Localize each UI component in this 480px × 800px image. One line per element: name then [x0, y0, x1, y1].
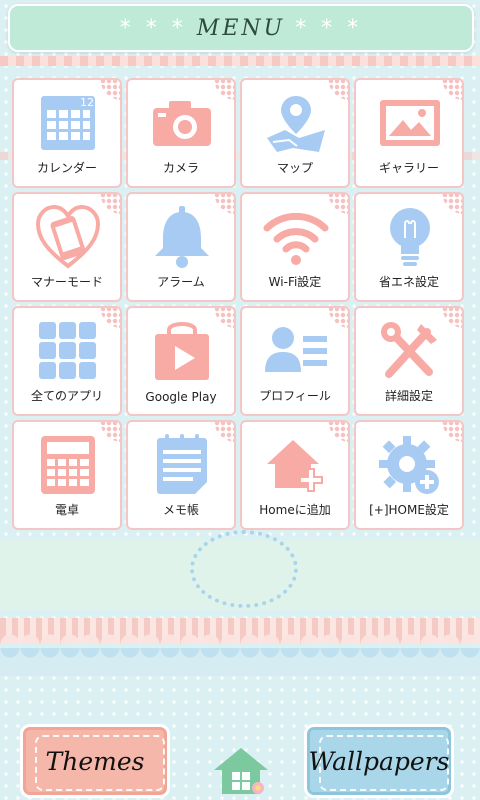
tile-google-play[interactable]: Google Play [126, 306, 236, 416]
home-settings-gear-icon [379, 436, 439, 494]
lace-corner [214, 80, 234, 100]
blue-lace-trim [0, 648, 480, 676]
tile-home-settings[interactable]: [+]HOME設定 [354, 420, 464, 530]
pink-lace-trim [0, 618, 480, 644]
camera-icon [153, 101, 211, 146]
manner-mode-icon [35, 204, 101, 269]
lace-corner [442, 194, 462, 214]
tile-label: メモ帳 [162, 503, 199, 517]
tile-label: [+]HOME設定 [369, 503, 449, 517]
wallpapers-button-label: Wallpapers [308, 746, 450, 776]
tile-label: マップ [276, 161, 313, 175]
lace-ornament [190, 530, 298, 608]
tile-wifi-settings[interactable]: Wi-Fi設定 [240, 192, 350, 302]
lace-corner [214, 194, 234, 214]
lace-corner [442, 80, 462, 100]
tile-calendar[interactable]: 12 カレンダー [12, 78, 122, 188]
tile-label: ギャラリー [378, 161, 439, 175]
lace-corner [100, 308, 120, 328]
app-grid: 12 カレンダー カメラ マップ ギャラリー マナーモード アラーム Wi-Fi… [12, 78, 464, 530]
calendar-icon: 12 [41, 96, 95, 150]
lace-corner [214, 422, 234, 442]
gallery-icon [380, 100, 440, 146]
tile-label: アラーム [157, 275, 205, 289]
tile-label: Google Play [145, 390, 217, 404]
tile-add-home[interactable]: Homeに追加 [240, 420, 350, 530]
lace-corner [328, 422, 348, 442]
alarm-bell-icon [155, 206, 209, 268]
tile-all-apps[interactable]: 全てのアプリ [12, 306, 122, 416]
lace-corner [100, 194, 120, 214]
themes-button-label: Themes [45, 746, 145, 776]
tile-calculator[interactable]: 電卓 [12, 420, 122, 530]
tile-memo[interactable]: メモ帳 [126, 420, 236, 530]
menu-header: * * * MENU * * * [8, 4, 474, 52]
lace-corner [328, 308, 348, 328]
tile-label: Homeに追加 [259, 503, 331, 517]
all-apps-grid-icon [39, 322, 96, 379]
tile-label: 詳細設定 [384, 389, 433, 403]
tools-icon [381, 322, 437, 378]
home-icon-button[interactable] [212, 742, 270, 800]
tile-profile[interactable]: プロフィール [240, 306, 350, 416]
tile-label: マナーモード [30, 275, 103, 289]
themes-button[interactable]: Themes [20, 724, 170, 798]
add-home-icon [267, 440, 323, 492]
lace-corner [214, 308, 234, 328]
tile-label: 省エネ設定 [378, 275, 439, 289]
lace-corner [442, 308, 462, 328]
memo-pad-icon [157, 434, 207, 494]
tile-camera[interactable]: カメラ [126, 78, 236, 188]
tile-manner-mode[interactable]: マナーモード [12, 192, 122, 302]
lace-corner [100, 422, 120, 442]
tile-label: Wi-Fi設定 [268, 275, 322, 289]
lace-corner [328, 194, 348, 214]
tile-map[interactable]: マップ [240, 78, 350, 188]
lace-corner [328, 80, 348, 100]
calendar-day: 12 [80, 96, 94, 109]
tile-gallery[interactable]: ギャラリー [354, 78, 464, 188]
tile-detail-settings[interactable]: 詳細設定 [354, 306, 464, 416]
wallpapers-button[interactable]: Wallpapers [304, 724, 454, 798]
top-decor-stripe [0, 56, 480, 66]
tile-label: 全てのアプリ [30, 389, 103, 403]
header-decoration-left: * * * [119, 15, 187, 41]
map-icon [267, 96, 325, 152]
tile-label: カメラ [162, 161, 199, 175]
lace-corner [100, 80, 120, 100]
lightbulb-icon [390, 208, 430, 266]
header-decoration-right: * * * [295, 15, 363, 41]
tile-alarm[interactable]: アラーム [126, 192, 236, 302]
tile-eco-settings[interactable]: 省エネ設定 [354, 192, 464, 302]
tile-label: 電卓 [54, 503, 79, 517]
google-play-icon [155, 322, 209, 380]
wifi-icon [263, 212, 329, 265]
calculator-icon [41, 436, 95, 494]
tile-label: カレンダー [36, 161, 97, 175]
tile-label: プロフィール [259, 389, 331, 403]
profile-icon [265, 327, 327, 372]
menu-title: MENU [196, 15, 286, 41]
lace-corner [442, 422, 462, 442]
